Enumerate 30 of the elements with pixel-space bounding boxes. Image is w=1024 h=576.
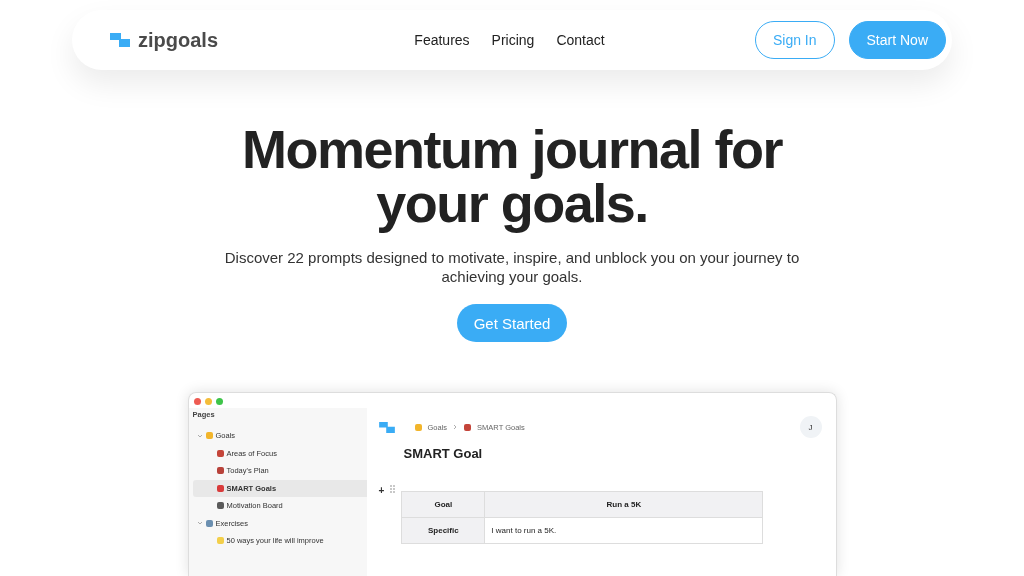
- add-button[interactable]: +: [378, 485, 385, 496]
- nav-link[interactable]: Features: [414, 32, 470, 48]
- table-cell: Run a 5K: [484, 491, 763, 518]
- page-icon: [414, 423, 422, 431]
- logo-icon: [378, 421, 395, 433]
- close-dot-icon[interactable]: [193, 398, 201, 405]
- nav-link[interactable]: Contact: [556, 32, 605, 48]
- page-icon: [464, 423, 472, 431]
- page-icon: [216, 467, 224, 475]
- logo-text[interactable]: zipgoals: [138, 28, 218, 52]
- avatar[interactable]: J: [799, 416, 822, 438]
- logo-icon: [110, 33, 130, 47]
- table-cell: I want to run a 5K.: [484, 517, 763, 544]
- page-icon: [205, 432, 213, 440]
- table-cell: Goal: [401, 491, 485, 518]
- chevron-icon[interactable]: [196, 520, 203, 527]
- page-title: SMART Goal: [403, 446, 484, 461]
- page-icon: [205, 519, 213, 527]
- drag-handle-icon[interactable]: [390, 485, 396, 493]
- page-icon: [216, 449, 224, 457]
- chevron-icon[interactable]: [196, 432, 203, 439]
- hero-subtitle: Discover 22 prompts designed to motivate, inspire, and unblock you on your journey to achieving your goals.: [223, 248, 801, 286]
- chevron-right-icon: [453, 424, 459, 430]
- maximize-dot-icon[interactable]: [215, 398, 223, 405]
- nav-link[interactable]: Pricing: [491, 32, 535, 48]
- page-icon: [216, 502, 224, 510]
- minimize-dot-icon[interactable]: [204, 398, 212, 405]
- page-icon: [216, 537, 224, 545]
- table-cell: Specific: [401, 517, 485, 544]
- page-icon: [216, 484, 224, 492]
